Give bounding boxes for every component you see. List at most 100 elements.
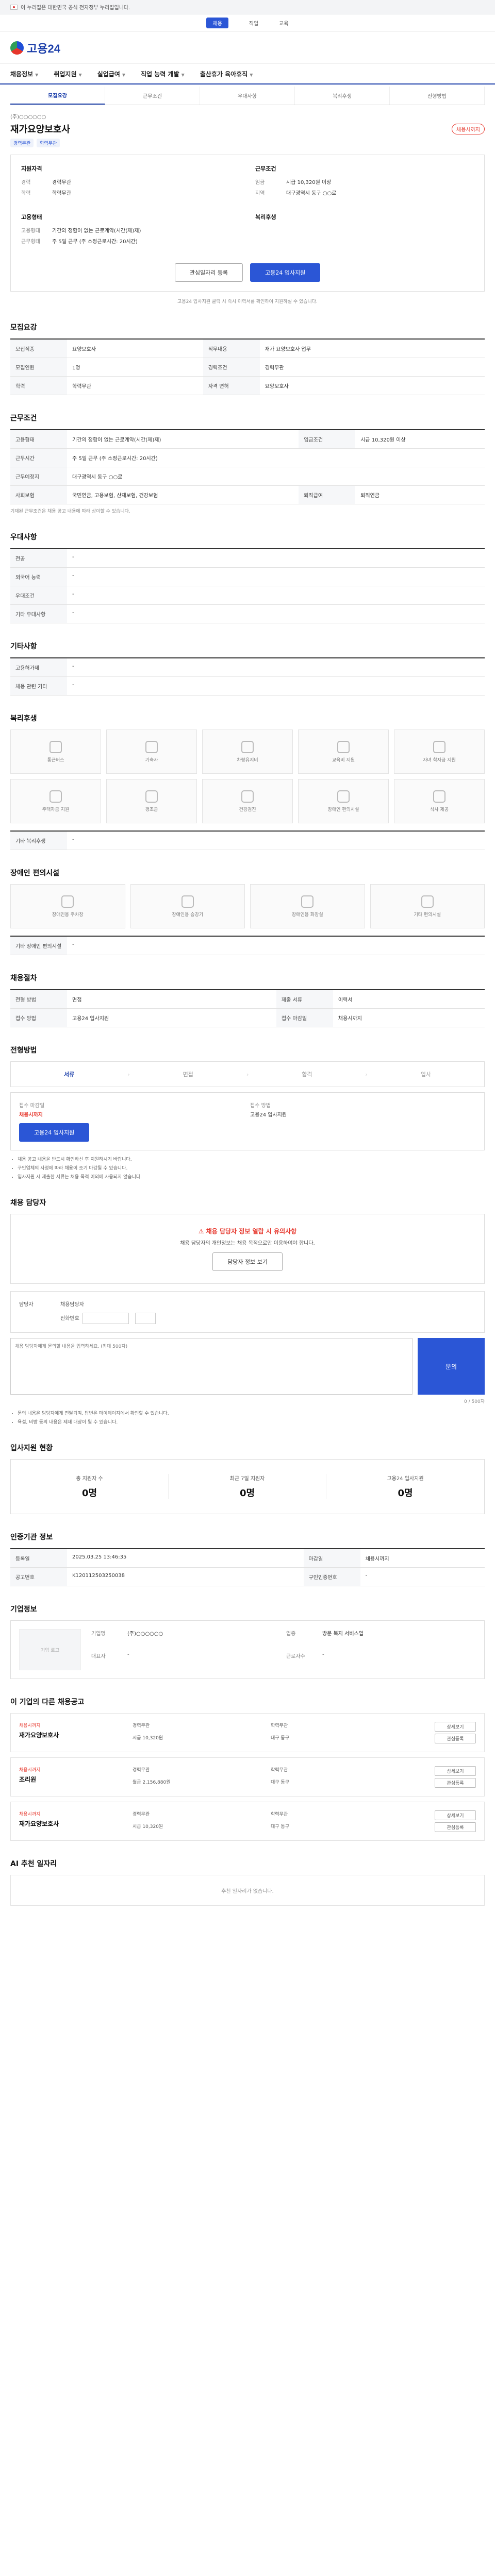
gift-icon (145, 790, 158, 803)
tab-welfare[interactable]: 복리후생 (295, 87, 390, 105)
conditions-note: 기재된 근무조건은 채용 공고 내용에 따라 상이할 수 있습니다. (10, 509, 130, 514)
tag-badge: 경력무관 (10, 139, 34, 147)
preference-section: 우대사항 전공 - 외국어 능력 - 우대조건 - 기타 우대사항 - (10, 532, 485, 623)
step-item: 입사 (420, 1071, 432, 1078)
summary-box: 지원자격 경력 경력무관 학력 학력무관 근무조건 임금 시급 10,320원 이상 … (10, 155, 485, 292)
service-tab-job[interactable]: 직업 (249, 19, 258, 27)
phone-field (135, 1313, 156, 1324)
tab-preference[interactable]: 우대사항 (200, 87, 295, 105)
service-tab-recruit[interactable]: 채용 (206, 18, 228, 28)
phone-field (82, 1313, 129, 1324)
facility-item: 기타 편의시설 (370, 884, 485, 928)
send-inquiry-button[interactable]: 문의 (418, 1338, 485, 1395)
detail-tabs: 모집요강 근무조건 우대사항 복리후생 전형방법 (10, 87, 485, 105)
steps-section: 전형방법 서류 › 면접 › 합격 › 입사 접수 마감일 채용시까지 접수 방법 고용2… (10, 1045, 485, 1180)
apply-note: 고용24 입사지원 클릭 시 즉시 이력서를 확인하여 지원하실 수 있습니다. (177, 299, 318, 304)
posting-section: 인증기관 정보 등록일 2025.03.25 13:46:35 마감일 채용시까지 공… (10, 1532, 485, 1586)
job-card[interactable]: 채용시까지 재가요양보호사 경력무관 학력무관 시급 10,320원 대구 동구 상세보… (10, 1802, 485, 1841)
stat-item: 최근 7일 지원자 0명 (169, 1474, 326, 1499)
section-title: 모집요강 (10, 324, 37, 332)
warning-box: ⚠ 채용 담당자 정보 열람 시 유의사항 채용 담당자의 개인정보는 채용 목… (10, 1214, 485, 1284)
car-icon (241, 740, 254, 753)
summary-heading: 복리후생 (255, 214, 276, 221)
detail-button[interactable]: 상세보기 (435, 1722, 476, 1732)
welfare-item: 차량유지비 (202, 730, 293, 774)
nav-leave[interactable]: 출산휴가 육아휴직 ▼ (200, 70, 253, 78)
recommend-section: AI 추천 일자리 추천 일자리가 없습니다. (10, 1858, 485, 1906)
scrap-button[interactable]: 관심일자리 등록 (174, 263, 243, 282)
welfare-item: 기숙사 (106, 730, 197, 774)
section-title: 복리후생 (10, 715, 37, 723)
counselor-info: 담당자 채용담당자 전화번호 (10, 1291, 485, 1333)
section-title: 우대사항 (10, 533, 37, 541)
job-title: 재가요양보호사 (10, 124, 70, 135)
nav-training[interactable]: 직업 능력 개발 ▼ (141, 70, 185, 78)
summary-heading: 고용형태 (21, 214, 42, 221)
char-count: 0 / 500자 (464, 1399, 485, 1404)
toilet-icon (301, 895, 314, 908)
step-item: 면접 (183, 1071, 193, 1078)
book-icon (337, 740, 350, 753)
dorm-icon (145, 740, 158, 753)
gov-banner-text: 이 누리집은 대한민국 공식 전자정부 누리집입니다. (21, 5, 130, 11)
apply-button-2[interactable]: 고용24 입사지원 (19, 1123, 90, 1142)
section-title: 근무조건 (10, 414, 37, 422)
show-counselor-button[interactable]: 담당자 정보 보기 (212, 1252, 283, 1271)
scrap-button[interactable]: 관심등록 (435, 1734, 476, 1743)
stats-section: 입사지원 현황 총 지원자 수 0명 최근 7일 지원자 0명 고용24 입사지원 0… (10, 1443, 485, 1514)
nav-recruit[interactable]: 채용정보 ▼ (10, 70, 38, 78)
welfare-item: 교육비 지원 (298, 730, 389, 774)
parking-icon (61, 895, 74, 908)
bus-icon (50, 740, 62, 753)
summary-heading: 근무조건 (255, 165, 276, 172)
section-title: 이 기업의 다른 채용공고 (10, 1698, 85, 1706)
flag-icon (10, 4, 18, 10)
scrap-button[interactable]: 관심등록 (435, 1822, 476, 1832)
org-section: 기업정보 기업 로고 기업명 (주)○○○○○○ 업종 방문 복지 서비스업 대표자… (10, 1604, 485, 1679)
scrap-button[interactable]: 관심등록 (435, 1778, 476, 1788)
job-card[interactable]: 채용시까지 재가요양보호사 경력무관 학력무관 시급 10,320원 대구 동구 상세보… (10, 1713, 485, 1752)
service-switcher: 채용 직업 교육 (0, 14, 495, 32)
company-logo: 기업 로고 (19, 1629, 81, 1670)
house-icon (50, 790, 62, 803)
logo-icon[interactable] (10, 41, 24, 55)
section-title: 장애인 편의시설 (10, 869, 60, 877)
recruit-section: 모집요강 모집직종 요양보호사 직무내용 재가 요양보호사 업무 모집인원 1명 경력조건… (10, 322, 485, 395)
chevron-down-icon: ▼ (78, 72, 82, 77)
detail-button[interactable]: 상세보기 (435, 1810, 476, 1820)
counselor-section: 채용 담당자 ⚠ 채용 담당자 정보 열람 시 유의사항 채용 담당자의 개인정… (10, 1197, 485, 1425)
service-tab-edu[interactable]: 교육 (279, 19, 288, 27)
welfare-item: 장애인 편의시설 (298, 779, 389, 823)
tab-conditions[interactable]: 근무조건 (105, 87, 200, 105)
tab-process[interactable]: 전형방법 (390, 87, 485, 105)
alert-icon: ⚠ (198, 1228, 206, 1235)
stat-item: 총 지원자 수 0명 (11, 1474, 169, 1499)
job-card[interactable]: 채용시까지 조리원 경력무관 학력무관 월급 2,156,880원 대구 동구 상세보기… (10, 1757, 485, 1797)
tag-badge: 학력무관 (37, 139, 60, 147)
nav-unemployment[interactable]: 실업급여 ▼ (97, 70, 125, 78)
facility-item: 장애인용 주차장 (10, 884, 125, 928)
welfare-item: 식사 제공 (394, 779, 485, 823)
meal-icon (433, 790, 446, 803)
chevron-down-icon: ▼ (250, 72, 253, 77)
conditions-section: 근무조건 고용형태 기간의 정함이 없는 근로계약(시간(제)제) 임금조건 시급 1… (10, 413, 485, 514)
health-icon (241, 790, 254, 803)
step-item: 서류 (63, 1071, 75, 1078)
company-name[interactable]: (주)○○○○○○ (10, 112, 485, 120)
stat-item: 고용24 입사지원 0명 (387, 1476, 424, 1499)
apply-button[interactable]: 고용24 입사지원 (250, 263, 321, 282)
section-title: 기업정보 (10, 1605, 37, 1614)
brand-name[interactable]: 고용24 (27, 40, 60, 56)
tab-recruit[interactable]: 모집요강 (10, 87, 105, 105)
inquiry-textarea[interactable] (10, 1338, 412, 1395)
detail-button[interactable]: 상세보기 (435, 1766, 476, 1776)
facility-item: 장애인용 화장실 (250, 884, 365, 928)
section-title: 인증기관 정보 (10, 1533, 53, 1541)
chevron-down-icon: ▼ (181, 72, 185, 77)
nav-support[interactable]: 취업지원 ▼ (54, 70, 81, 78)
gov-banner: 이 누리집은 대한민국 공식 전자정부 누리집입니다. (0, 0, 495, 14)
closing-badge: 채용시까지 (452, 123, 485, 134)
section-title: 기타사항 (10, 642, 37, 651)
section-title: 채용절차 (10, 974, 37, 982)
other-section: 기타사항 고용허가제 - 채용 관련 기타 - (10, 641, 485, 696)
